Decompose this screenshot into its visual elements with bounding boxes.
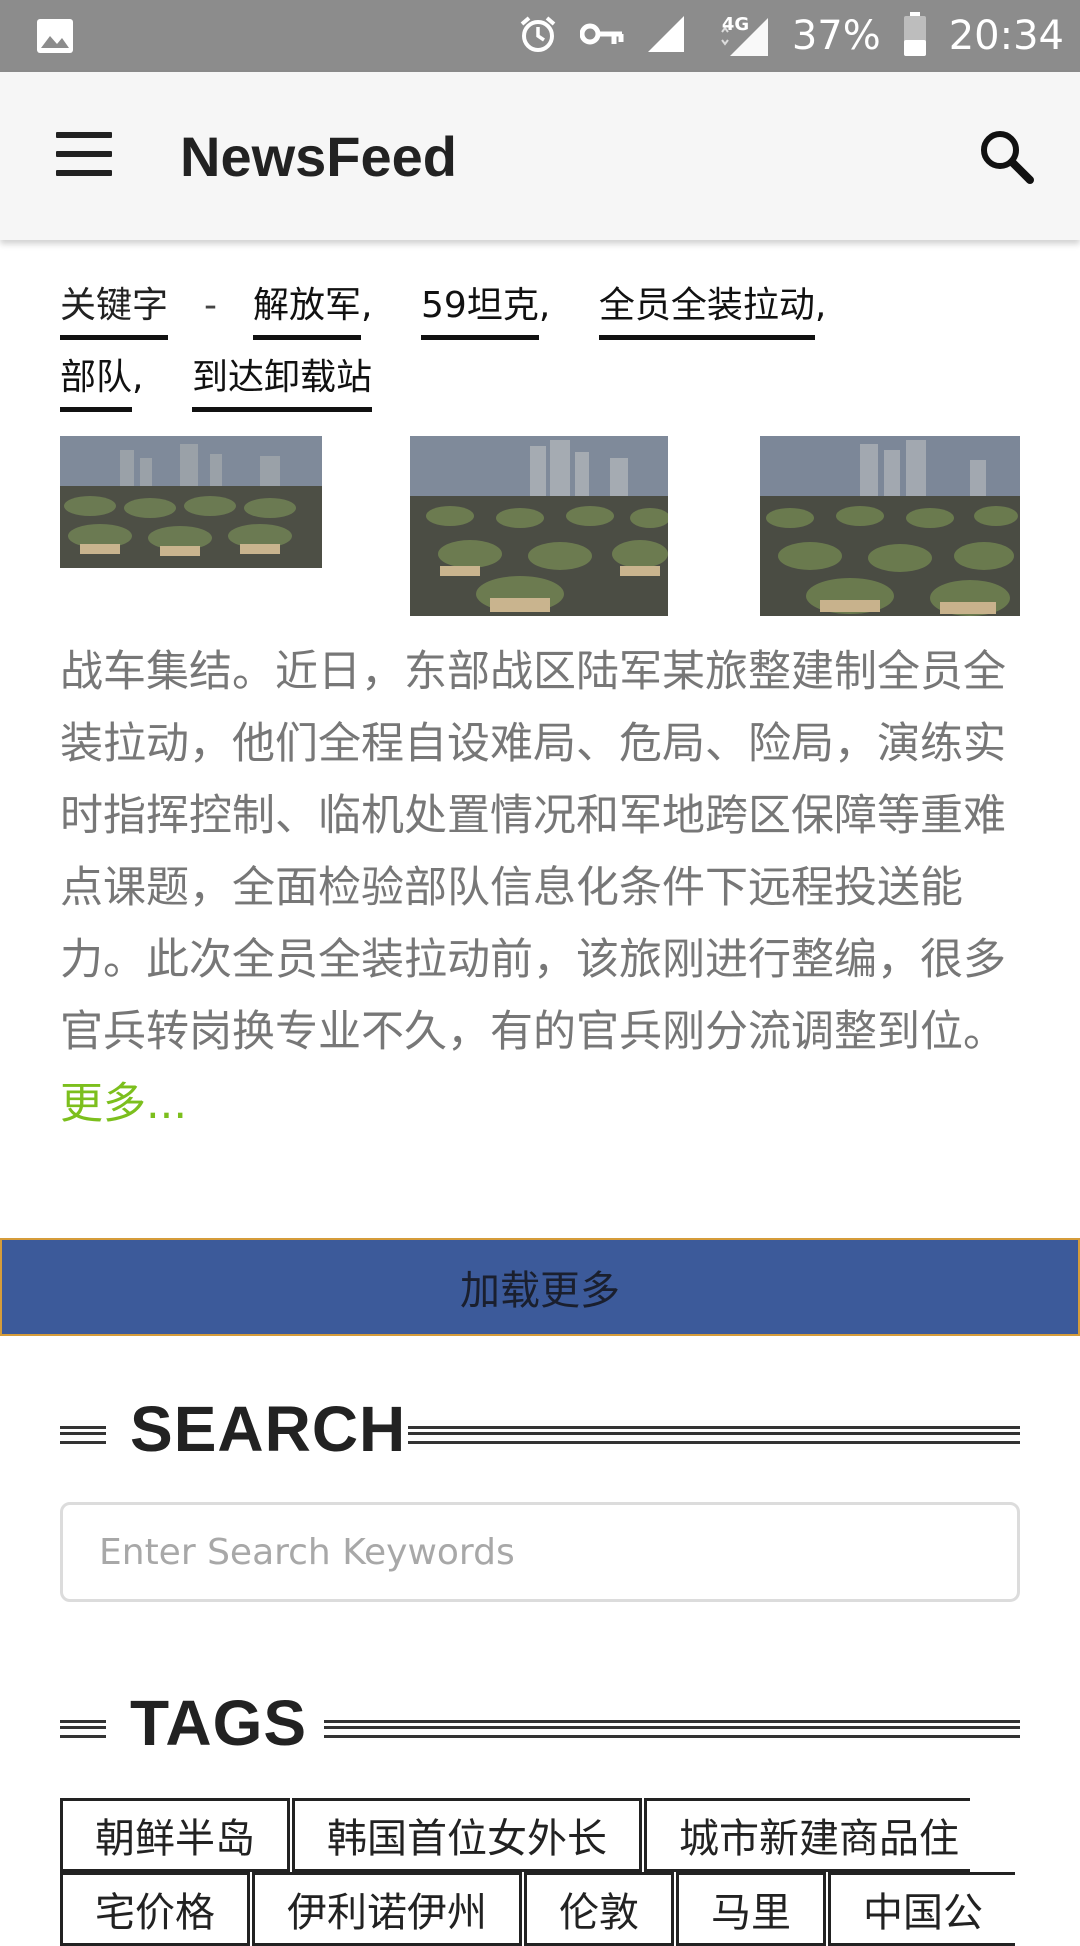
clock: 20:34 (948, 13, 1064, 59)
article-image[interactable] (60, 436, 322, 568)
tag-cloud: 朝鲜半岛 韩国首位女外长 城市新建商品住 宅价格 伊利诺伊州 伦敦 马里 中国公 (60, 1798, 1020, 1946)
search-section-title: SEARCH (130, 1393, 407, 1465)
tag-item[interactable]: 宅价格 (60, 1872, 250, 1946)
signal-icon (646, 14, 686, 58)
tag-item[interactable]: 韩国首位女外长 (292, 1798, 642, 1872)
status-bar: 4G 37% 20:34 (0, 0, 1080, 72)
article-body: 战车集结。近日，东部战区陆军某旅整建制全员全装拉动，他们全程自设难局、危局、险局… (60, 647, 1006, 1057)
network-type-label: 4G (721, 14, 750, 35)
decorative-lines (60, 1426, 106, 1444)
keyword-link[interactable]: 解放军 (253, 281, 362, 340)
vpn-key-icon (579, 20, 624, 52)
tag-item[interactable]: 城市新建商品住 (644, 1798, 970, 1872)
tag-item[interactable]: 中国公 (828, 1872, 1015, 1946)
decorative-lines (324, 1720, 1020, 1738)
read-more-link[interactable]: 更多... (60, 1079, 187, 1129)
article-summary: 战车集结。近日，东部战区陆军某旅整建制全员全装拉动，他们全程自设难局、危局、险局… (60, 636, 1020, 1140)
article-image[interactable] (760, 436, 1020, 616)
decorative-lines (408, 1426, 1020, 1444)
keyword-link[interactable]: 部队 (60, 353, 133, 412)
gallery-notification-icon (36, 18, 74, 58)
article-image[interactable] (410, 436, 668, 616)
alarm-icon (518, 14, 558, 58)
tag-item[interactable]: 马里 (676, 1872, 826, 1946)
battery-percent: 37% (791, 13, 881, 59)
search-icon[interactable] (976, 126, 1036, 186)
tags-section-header: TAGS (60, 1686, 1020, 1766)
keyword-link[interactable]: 全员全装拉动 (598, 281, 815, 340)
tag-item[interactable]: 朝鲜半岛 (60, 1798, 290, 1872)
keyword-link[interactable]: 到达卸载站 (192, 353, 373, 412)
keywords-dash: - (204, 285, 218, 326)
hamburger-menu-icon[interactable] (56, 132, 112, 176)
tag-item[interactable]: 伦敦 (524, 1872, 674, 1946)
tags-section-title: TAGS (130, 1687, 308, 1759)
search-input[interactable] (60, 1502, 1020, 1602)
tag-item[interactable]: 伊利诺伊州 (252, 1872, 522, 1946)
keywords-list: 关键字 - 解放军, 59坦克, 全员全装拉动, 部队, 到达卸载站 (60, 270, 1040, 414)
battery-icon (903, 12, 927, 60)
decorative-lines (60, 1720, 106, 1738)
load-more-button[interactable]: 加载更多 (0, 1238, 1080, 1336)
mobile-data-signal-icon: 4G (708, 14, 770, 58)
search-section-header: SEARCH (60, 1392, 1020, 1472)
keywords-label: 关键字 (60, 281, 169, 340)
app-bar: NewsFeed (0, 72, 1080, 240)
app-title: NewsFeed (180, 125, 457, 188)
keyword-link[interactable]: 59坦克 (421, 281, 539, 340)
article-images (60, 436, 1020, 616)
